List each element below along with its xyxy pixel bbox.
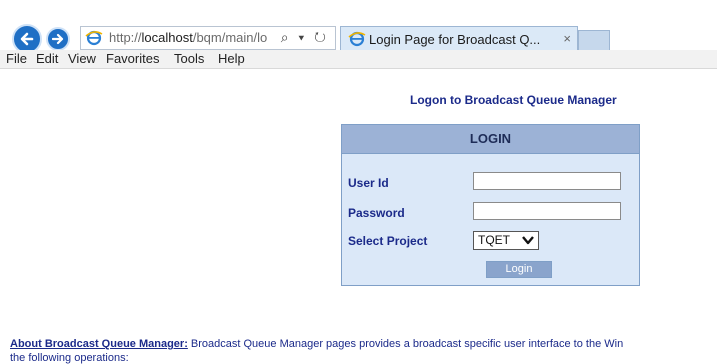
select-project-label: Select Project (348, 234, 428, 248)
tab-title: Login Page for Broadcast Q... (369, 32, 541, 47)
login-panel-header: LOGIN (342, 125, 639, 154)
menu-bar: File Edit View Favorites Tools Help (0, 50, 717, 69)
new-tab-button[interactable] (578, 30, 610, 52)
user-id-input[interactable] (473, 172, 621, 190)
menu-tools[interactable]: Tools (174, 51, 204, 66)
ie-logo-icon (348, 31, 366, 47)
address-controls[interactable]: ⌕ ▾ ↻ (281, 29, 329, 46)
project-select[interactable]: TQET (473, 231, 539, 250)
project-select-value: TQET (478, 233, 510, 247)
back-arrow-icon (20, 32, 34, 46)
password-label: Password (348, 206, 405, 220)
ie-logo-icon (85, 30, 103, 46)
tab-login-page[interactable]: Login Page for Broadcast Q... × (340, 26, 578, 52)
about-description: Broadcast Queue Manager pages provides a… (187, 338, 624, 350)
about-text: About Broadcast Queue Manager: Broadcast… (10, 338, 623, 350)
browser-chrome: http://localhost/bqm/main/lo ⌕ ▾ ↻ Login… (0, 0, 717, 88)
address-url[interactable]: http://localhost/bqm/main/lo (109, 30, 267, 45)
address-bar[interactable]: http://localhost/bqm/main/lo ⌕ ▾ ↻ (80, 26, 336, 50)
menu-help[interactable]: Help (218, 51, 245, 66)
menu-edit[interactable]: Edit (36, 51, 58, 66)
page-title: Logon to Broadcast Queue Manager (410, 93, 617, 107)
about-text-line2: the following operations: (10, 352, 129, 364)
about-link[interactable]: About Broadcast Queue Manager: (10, 338, 188, 350)
user-id-label: User Id (348, 176, 389, 190)
menu-view[interactable]: View (68, 51, 96, 66)
login-panel: LOGIN User Id Password Select Project TQ… (341, 124, 640, 286)
password-input[interactable] (473, 202, 621, 220)
chevron-down-icon (522, 236, 534, 245)
login-button[interactable]: Login (486, 261, 552, 278)
forward-arrow-icon (52, 33, 64, 45)
forward-button[interactable] (46, 27, 70, 51)
menu-file[interactable]: File (6, 51, 27, 66)
close-icon[interactable]: × (563, 31, 571, 46)
menu-favorites[interactable]: Favorites (106, 51, 159, 66)
